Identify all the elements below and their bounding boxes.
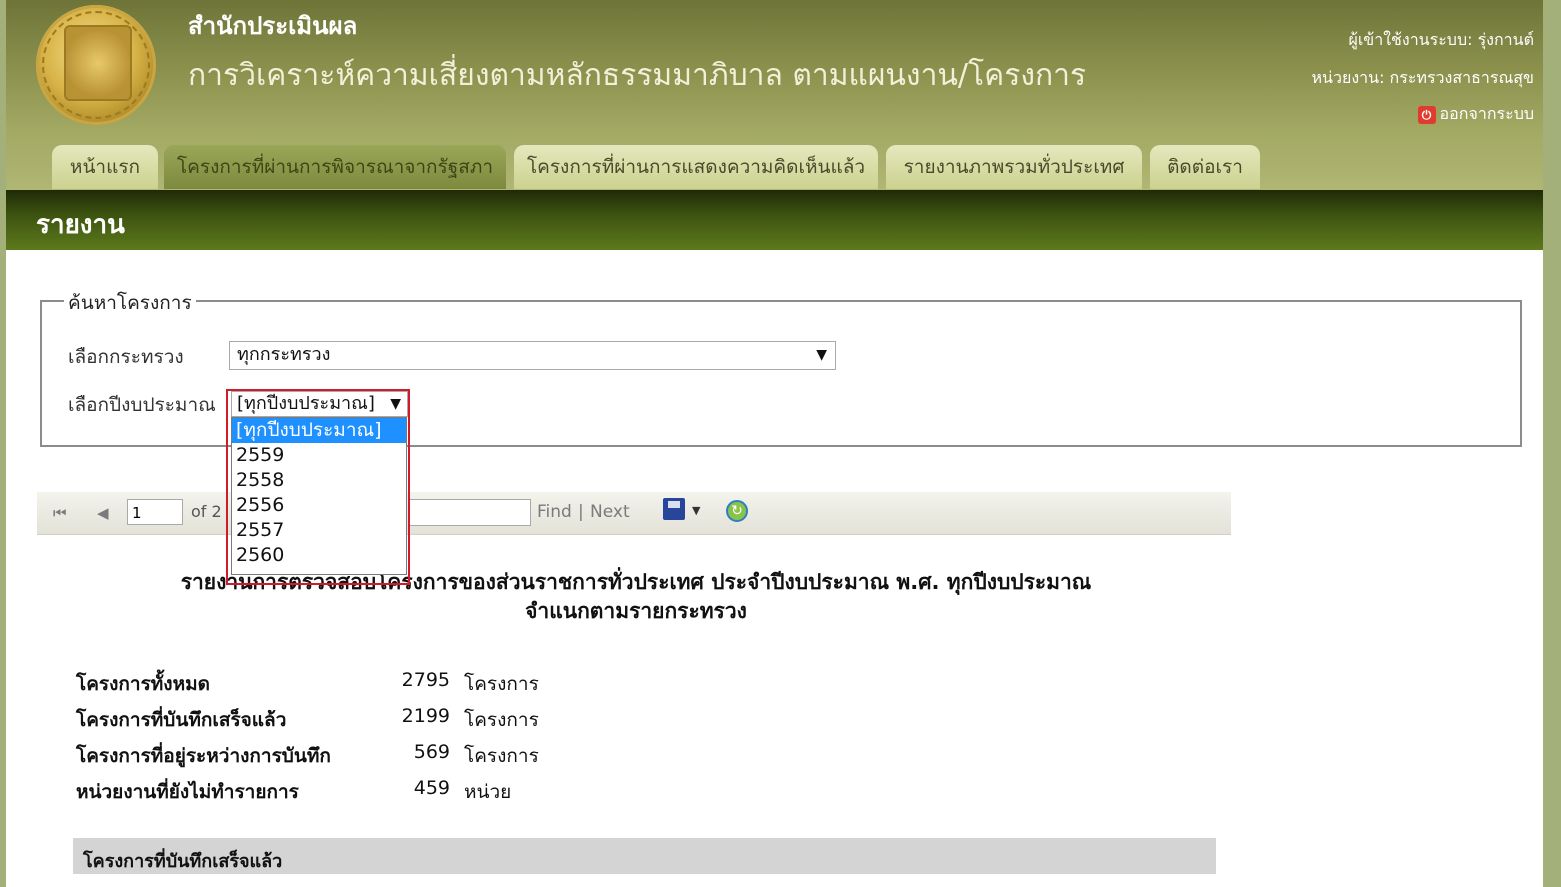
seal-logo bbox=[36, 5, 156, 125]
stat-pending-units-value: 459 bbox=[413, 777, 450, 799]
previous-page-icon[interactable]: ◀ bbox=[97, 504, 109, 522]
tab-national-overview[interactable]: รายงานภาพรวมทั่วประเทศ bbox=[886, 145, 1142, 189]
year-option[interactable]: 2559 bbox=[232, 443, 406, 468]
current-agency: หน่วยงาน: กระทรวงสาธารณสุข bbox=[1311, 68, 1534, 87]
tab-parliament-approved[interactable]: โครงการที่ผ่านการพิจารณาจากรัฐสภา bbox=[164, 145, 506, 189]
logout-label: ออกจากระบบ bbox=[1439, 104, 1534, 123]
tab-home[interactable]: หน้าแรก bbox=[52, 145, 158, 189]
logout-link[interactable]: ⏻ ออกจากระบบ bbox=[1417, 102, 1534, 127]
power-icon: ⏻ bbox=[1417, 105, 1436, 124]
main-nav: หน้าแรก โครงการที่ผ่านการพิจารณาจากรัฐสภ… bbox=[6, 145, 1543, 190]
year-option[interactable]: 2560 bbox=[232, 543, 406, 568]
year-option[interactable]: 2558 bbox=[232, 468, 406, 493]
stat-completed-unit: โครงการ bbox=[464, 709, 539, 731]
report-toolbar: ⏮ ◀ 1 of 2 Find | Next ▼ ↻ bbox=[37, 492, 1231, 535]
stat-in-progress-label: โครงการที่อยู่ระหว่างการบันทึก bbox=[76, 745, 331, 767]
site-subtitle: การวิเคราะห์ความเสี่ยงตามหลักธรรมมาภิบาล… bbox=[188, 58, 1087, 93]
stat-in-progress-value: 569 bbox=[413, 741, 450, 763]
page-title: รายงาน bbox=[36, 210, 125, 240]
chevron-down-icon: ▼ bbox=[816, 347, 827, 363]
year-dropdown-list: [ทุกปีงบประมาณ] 2559 2558 2556 2557 2560 bbox=[231, 417, 407, 575]
stat-in-progress-unit: โครงการ bbox=[464, 745, 539, 767]
page-count: of 2 bbox=[191, 502, 222, 521]
tab-commented-projects[interactable]: โครงการที่ผ่านการแสดงความคิดเห็นแล้ว bbox=[514, 145, 878, 189]
find-separator: | bbox=[578, 502, 584, 522]
section-header: โครงการที่บันทึกเสร็จแล้ว bbox=[73, 838, 1216, 874]
year-option[interactable]: 2556 bbox=[232, 493, 406, 518]
export-save-icon[interactable] bbox=[663, 498, 685, 520]
page-number-input[interactable]: 1 bbox=[127, 499, 183, 525]
site-title: สำนักประเมินผล bbox=[188, 12, 358, 40]
year-option[interactable]: 2557 bbox=[232, 518, 406, 543]
next-link[interactable]: Next bbox=[590, 502, 630, 522]
year-label: เลือกปีงบประมาณ bbox=[68, 394, 216, 416]
stat-total-value: 2795 bbox=[401, 669, 450, 691]
section-title: โครงการที่บันทึกเสร็จแล้ว bbox=[83, 851, 283, 872]
refresh-icon[interactable]: ↻ bbox=[726, 500, 748, 522]
stat-total-label: โครงการทั้งหมด bbox=[76, 673, 210, 695]
stat-pending-units-unit: หน่วย bbox=[464, 781, 512, 803]
first-page-icon[interactable]: ⏮ bbox=[53, 504, 67, 522]
page-frame: สำนักประเมินผล การวิเคราะห์ความเสี่ยงตาม… bbox=[6, 0, 1543, 887]
chevron-down-icon[interactable]: ▼ bbox=[692, 504, 700, 517]
find-link[interactable]: Find bbox=[537, 502, 572, 522]
ministry-select-value: ทุกกระทรวง bbox=[237, 344, 331, 365]
page-banner: รายงาน bbox=[6, 190, 1543, 250]
tab-contact[interactable]: ติดต่อเรา bbox=[1150, 145, 1260, 189]
year-option[interactable]: [ทุกปีงบประมาณ] bbox=[232, 418, 406, 443]
stat-completed-value: 2199 bbox=[401, 705, 450, 727]
ministry-label: เลือกกระทรวง bbox=[68, 346, 184, 368]
site-header: สำนักประเมินผล การวิเคราะห์ความเสี่ยงตาม… bbox=[6, 0, 1543, 190]
ministry-select[interactable]: ทุกกระทรวง ▼ bbox=[229, 341, 836, 370]
search-legend: ค้นหาโครงการ bbox=[64, 288, 196, 318]
find-input[interactable] bbox=[409, 499, 531, 526]
report-title-line2: จำแนกตามรายกระทรวง bbox=[525, 599, 747, 623]
current-user: ผู้เข้าใช้งานระบบ: รุ่งกานต์ bbox=[1348, 30, 1534, 49]
stat-total-unit: โครงการ bbox=[464, 673, 539, 695]
stat-pending-units-label: หน่วยงานที่ยังไม่ทำรายการ bbox=[76, 781, 299, 803]
seal-emblem bbox=[64, 25, 132, 101]
stat-completed-label: โครงการที่บันทึกเสร็จแล้ว bbox=[76, 709, 287, 731]
